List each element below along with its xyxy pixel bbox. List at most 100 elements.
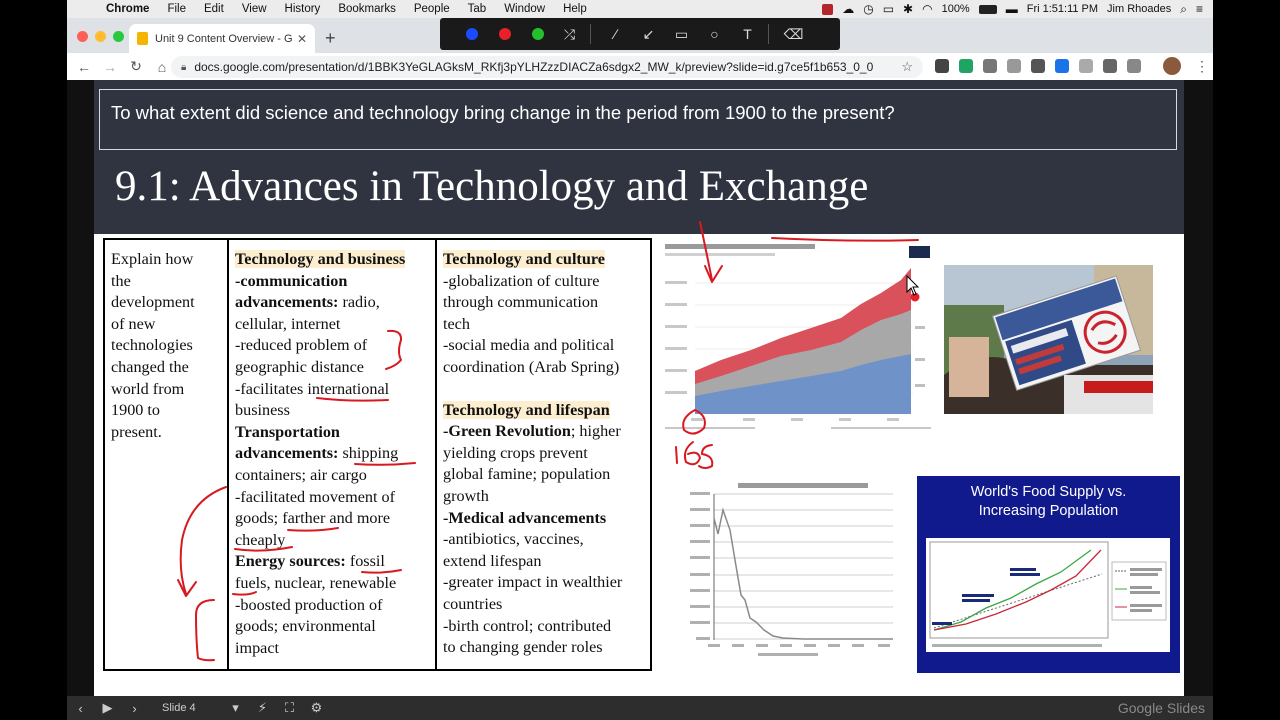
menubar-user[interactable]: Jim Rhoades — [1107, 3, 1171, 15]
pen-tool-icon[interactable]: ∕ — [599, 26, 632, 42]
annotation-toolbar: ⤮ ∕ ↙ ▭ ○ T ⌫ — [440, 18, 840, 50]
settings-gear-icon[interactable]: ⚙ — [303, 700, 330, 716]
eraser-icon[interactable]: ⌫ — [777, 26, 810, 43]
back-arrow-icon[interactable]: ← — [71, 59, 97, 75]
text-line: goods; environmental — [235, 617, 376, 636]
play-icon[interactable]: ▶ — [94, 700, 121, 716]
pen-color-green[interactable] — [532, 28, 544, 40]
new-tab-icon[interactable]: + — [325, 28, 336, 49]
spotlight-search-icon[interactable]: ⌕ — [1180, 2, 1187, 17]
text-span: shipping — [338, 444, 399, 463]
profile-avatar[interactable] — [1163, 57, 1181, 75]
cloud-icon[interactable]: ☁ — [842, 2, 854, 16]
prompt-line: technologies — [111, 336, 193, 355]
screen-icon[interactable]: ▭ — [883, 2, 894, 16]
text-tool-icon[interactable]: T — [731, 26, 764, 42]
forward-arrow-icon[interactable]: → — [97, 59, 123, 75]
display-icon[interactable]: ▬ — [1006, 2, 1018, 16]
food-chart-panel — [926, 538, 1170, 652]
text-line: business — [235, 401, 290, 420]
extensions-puzzle-icon[interactable] — [1103, 59, 1117, 73]
menu-people[interactable]: People — [405, 3, 459, 15]
menu-bookmarks[interactable]: Bookmarks — [329, 3, 405, 15]
close-window-button[interactable] — [77, 31, 88, 42]
menu-history[interactable]: History — [276, 3, 330, 15]
menu-edit[interactable]: Edit — [195, 3, 233, 15]
toolbar-divider — [590, 24, 591, 44]
text-line: -birth control; contributed — [443, 616, 612, 635]
menu-help[interactable]: Help — [554, 3, 596, 15]
control-center-icon[interactable]: ≡ — [1196, 2, 1203, 16]
chevron-down-icon[interactable]: ▾ — [222, 700, 249, 716]
fossil-fuel-chart-image — [661, 238, 935, 434]
essential-question-box: To what extent did science and technolog… — [99, 89, 1177, 150]
text-line: -globalization of culture — [443, 271, 600, 290]
text-line: to changing gender roles — [443, 638, 603, 657]
extension-doc-icon[interactable] — [1127, 59, 1141, 73]
polio-chart-graphic — [688, 478, 900, 662]
fullscreen-icon[interactable]: ⛶ — [276, 700, 303, 716]
reload-icon[interactable]: ↻ — [123, 58, 149, 75]
extension-clipboard-icon[interactable] — [983, 59, 997, 73]
record-icon[interactable] — [822, 3, 834, 15]
pen-color-red[interactable] — [499, 28, 511, 40]
google-drive-icon[interactable] — [959, 59, 973, 73]
slides-bottom-bar: ‹ ▶ › Slide 4 ▾ ⚡︎ ⛶ ⚙ Google Slides — [67, 696, 1213, 720]
text-bold: -Green Revolution — [443, 422, 571, 441]
bookmark-star-icon[interactable]: ☆ — [901, 59, 913, 75]
shuffle-icon[interactable]: ⤮ — [553, 26, 586, 43]
text-bold: advancements: — [235, 444, 339, 463]
more-menu-icon[interactable]: ⋮ — [1195, 58, 1209, 75]
prompt-line: the — [111, 271, 131, 290]
food-chart-graphic — [926, 538, 1170, 652]
arrow-tool-icon[interactable]: ↙ — [632, 26, 665, 43]
extension-chat-icon[interactable] — [1079, 59, 1093, 73]
menu-window[interactable]: Window — [495, 3, 554, 15]
menu-chrome[interactable]: Chrome — [97, 3, 158, 15]
menu-view[interactable]: View — [233, 3, 276, 15]
table-col-culture: Technology and culture -globalization of… — [437, 240, 650, 669]
clock-icon[interactable]: ◷ — [863, 2, 873, 16]
text-line: global famine; population — [443, 465, 611, 484]
polio-cases-chart-image — [688, 478, 900, 662]
circle-tool-icon[interactable]: ○ — [698, 26, 731, 42]
table-col-business: Technology and business -communication a… — [229, 240, 437, 669]
address-bar[interactable]: 🔒︎ docs.google.com/presentation/d/1BBK3Y… — [171, 56, 923, 78]
text-line: countries — [443, 594, 503, 613]
text-line: -reduced problem of — [235, 336, 368, 355]
laser-pointer-icon[interactable]: ⚡︎ — [249, 700, 276, 716]
slide-selector[interactable]: Slide 4 — [162, 702, 222, 714]
menu-tab[interactable]: Tab — [459, 3, 496, 15]
food-supply-chart-image: World's Food Supply vs. Increasing Popul… — [917, 476, 1180, 673]
lock-icon[interactable]: 🔒︎ — [181, 62, 186, 73]
arab-spring-facebook-photo — [944, 265, 1153, 414]
browser-tab[interactable]: Unit 9 Content Overview - Goo ✕ — [129, 24, 315, 53]
rectangle-tool-icon[interactable]: ▭ — [665, 26, 698, 43]
extension-screen-icon[interactable] — [1031, 59, 1045, 73]
pen-color-blue[interactable] — [466, 28, 478, 40]
protest-photo-graphic — [944, 265, 1153, 414]
next-slide-icon[interactable]: › — [121, 701, 148, 716]
text-line: -facilitated movement of — [235, 487, 396, 506]
minimize-window-button[interactable] — [95, 31, 106, 42]
menu-file[interactable]: File — [158, 3, 195, 15]
content-table: Explain how the development of new techn… — [103, 238, 652, 671]
close-tab-icon[interactable]: ✕ — [297, 32, 307, 46]
text-line: tech — [443, 314, 470, 333]
bluetooth-icon[interactable]: ✱ — [903, 2, 913, 16]
macos-menubar: Chrome File Edit View History Bookmarks … — [67, 0, 1213, 18]
wifi-icon[interactable]: ◠ — [922, 2, 932, 16]
text-line: extend lifespan — [443, 551, 542, 570]
slide-canvas: To what extent did science and technolog… — [94, 80, 1184, 696]
previous-slide-icon[interactable]: ‹ — [67, 701, 94, 716]
zoom-window-button[interactable] — [113, 31, 124, 42]
extension-meet-icon[interactable] — [1055, 59, 1069, 73]
text-line: -greater impact in wealthier — [443, 573, 623, 592]
battery-icon[interactable] — [978, 4, 997, 14]
text-line: goods; farther and more — [235, 509, 391, 528]
text-line: -Medical advancements — [443, 508, 607, 527]
prompt-line: present. — [111, 422, 162, 441]
extension-scissors-icon[interactable] — [935, 59, 949, 73]
extension-icon[interactable] — [1007, 59, 1021, 73]
menubar-clock[interactable]: Fri 1:51:11 PM — [1027, 3, 1098, 15]
